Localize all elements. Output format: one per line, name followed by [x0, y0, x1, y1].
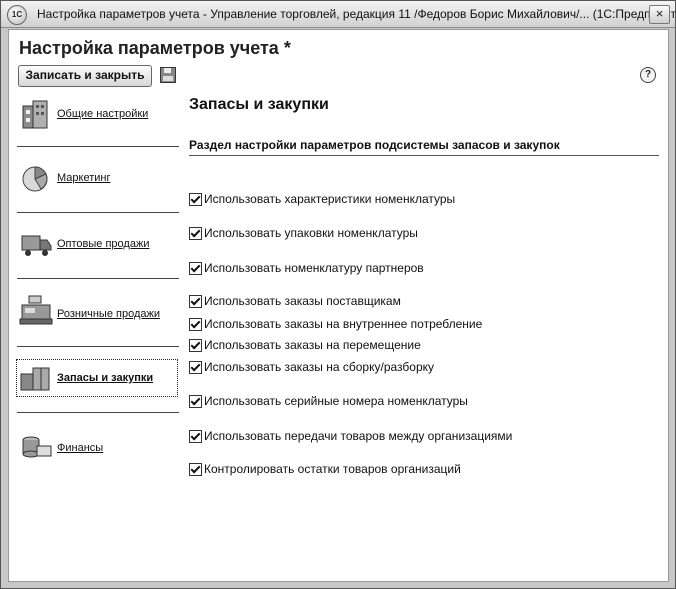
nav-label-wholesale[interactable]: Оптовые продажи: [57, 238, 149, 250]
nav-item-retail[interactable]: Розничные продажи: [17, 292, 177, 328]
nav-separator: [17, 412, 179, 413]
app-logo-icon[interactable]: 1С: [7, 5, 27, 25]
option-label: Использовать заказы на сборку/разборку: [204, 360, 435, 374]
checkbox[interactable]: [189, 395, 202, 408]
checkbox[interactable]: [189, 295, 202, 308]
nav-item-finance[interactable]: Финансы: [17, 428, 177, 464]
truck-icon: [21, 235, 52, 256]
section-description: Раздел настройки параметров подсистемы з…: [189, 138, 560, 152]
cash-register-icon: [19, 295, 53, 325]
section-title: Запасы и закупки: [189, 96, 329, 113]
nav-label-general-settings[interactable]: Общие настройки: [57, 108, 148, 120]
nav-label-inventory[interactable]: Запасы и закупки: [57, 372, 153, 384]
option-label: Использовать номенклатуру партнеров: [204, 261, 424, 275]
checkbox[interactable]: [189, 193, 202, 206]
title-bar: 1С Настройка параметров учета - Управлен…: [1, 1, 676, 28]
nav-item-general-settings[interactable]: Общие настройки: [17, 96, 177, 132]
help-icon[interactable]: ?: [640, 67, 656, 83]
form-title: Настройка параметров учета *: [19, 38, 291, 58]
option-label: Контролировать остатки товаров организац…: [204, 462, 461, 476]
checkbox[interactable]: [189, 361, 202, 374]
nav-separator: [17, 346, 179, 347]
nav-item-marketing[interactable]: Маркетинг: [17, 160, 177, 196]
close-button[interactable]: ×: [649, 5, 670, 24]
option-label: Использовать передачи товаров между орга…: [204, 429, 513, 443]
nav-label-retail[interactable]: Розничные продажи: [57, 308, 160, 320]
window-title: Настройка параметров учета - Управление …: [37, 7, 676, 21]
save-icon[interactable]: [160, 67, 176, 83]
nav-separator: [17, 212, 179, 213]
nav-label-marketing[interactable]: Маркетинг: [57, 172, 110, 184]
checkbox[interactable]: [189, 318, 202, 331]
option-label: Использовать характеристики номенклатуры: [204, 192, 456, 206]
option-label: Использовать серийные номера номенклатур…: [204, 394, 468, 408]
option-label: Использовать заказы поставщикам: [204, 294, 401, 308]
checkbox[interactable]: [189, 339, 202, 352]
nav-label-finance[interactable]: Финансы: [57, 442, 103, 454]
checkbox[interactable]: [189, 227, 202, 240]
checkbox[interactable]: [189, 262, 202, 275]
pie-chart-icon: [22, 166, 48, 192]
option-label: Использовать заказы на внутреннее потреб…: [204, 317, 483, 331]
section-divider: [189, 155, 659, 156]
checkbox[interactable]: [189, 430, 202, 443]
boxes-icon: [20, 367, 50, 391]
nav-item-inventory[interactable]: Запасы и закупки: [16, 359, 178, 397]
app-window: 1С Настройка параметров учета - Управлен…: [0, 0, 676, 589]
nav-separator: [17, 146, 179, 147]
building-icon: [22, 100, 48, 129]
option-label: Использовать упаковки номенклатуры: [204, 226, 418, 240]
checkbox[interactable]: [189, 463, 202, 476]
nav-separator: [17, 278, 179, 279]
form-content: Настройка параметров учета * Записать и …: [8, 29, 669, 582]
save-and-close-button[interactable]: Записать и закрыть: [18, 65, 152, 87]
option-label: Использовать заказы на перемещение: [204, 338, 421, 352]
coins-icon: [22, 436, 52, 458]
nav-item-wholesale[interactable]: Оптовые продажи: [17, 226, 177, 262]
